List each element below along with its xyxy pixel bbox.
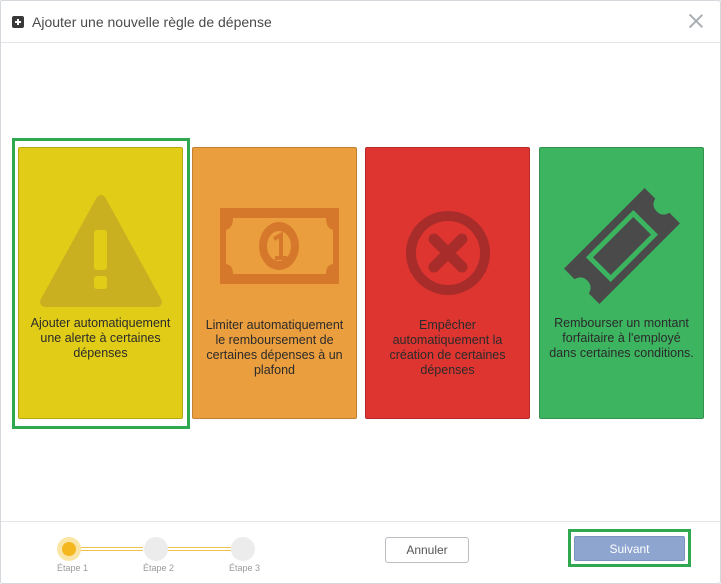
add-expense-rule-modal: Ajouter une nouvelle règle de dépense Aj… xyxy=(0,0,721,584)
next-button[interactable]: Suivant xyxy=(574,536,685,561)
modal-header: Ajouter une nouvelle règle de dépense xyxy=(1,1,720,43)
rule-card-alert-label: Ajouter automatiquement une alerte à cer… xyxy=(30,315,171,360)
step-connector-1 xyxy=(75,547,143,551)
step-2-dot[interactable] xyxy=(144,537,168,561)
rule-card-prevent-label: Empêcher automatiquement la création de … xyxy=(389,318,506,377)
rule-card-alert[interactable]: Ajouter automatiquement une alerte à cer… xyxy=(18,147,183,419)
warning-icon xyxy=(40,195,162,307)
rule-type-cards: Ajouter automatiquement une alerte à cer… xyxy=(18,147,708,419)
step-connector-2 xyxy=(163,547,231,551)
close-icon[interactable] xyxy=(688,13,704,29)
rule-card-flat-amount-label: Rembourser un montant forfaitaire à l'em… xyxy=(549,315,694,360)
rule-card-prevent[interactable]: Empêcher automatiquement la création de … xyxy=(365,147,530,419)
plus-square-icon xyxy=(12,15,24,28)
ticket-icon xyxy=(564,188,680,304)
rule-card-flat-amount[interactable]: Rembourser un montant forfaitaire à l'em… xyxy=(539,147,704,419)
modal-title: Ajouter une nouvelle règle de dépense xyxy=(32,13,272,30)
step-2-label: Étape 2 xyxy=(143,563,175,573)
wizard-stepper: Étape 1 Étape 2 Étape 3 xyxy=(53,534,263,574)
step-1-dot[interactable] xyxy=(57,537,81,561)
step-1-label: Étape 1 xyxy=(57,563,89,573)
step-3-dot[interactable] xyxy=(231,537,255,561)
cancel-button[interactable]: Annuler xyxy=(385,537,469,563)
step-3-label: Étape 3 xyxy=(229,563,261,573)
rule-card-limit-label: Limiter automatiquement le remboursement… xyxy=(205,318,344,377)
rule-card-limit[interactable]: Limiter automatiquement le remboursement… xyxy=(192,147,357,419)
modal-footer: Étape 1 Étape 2 Étape 3 Annuler Suivant xyxy=(1,521,720,583)
